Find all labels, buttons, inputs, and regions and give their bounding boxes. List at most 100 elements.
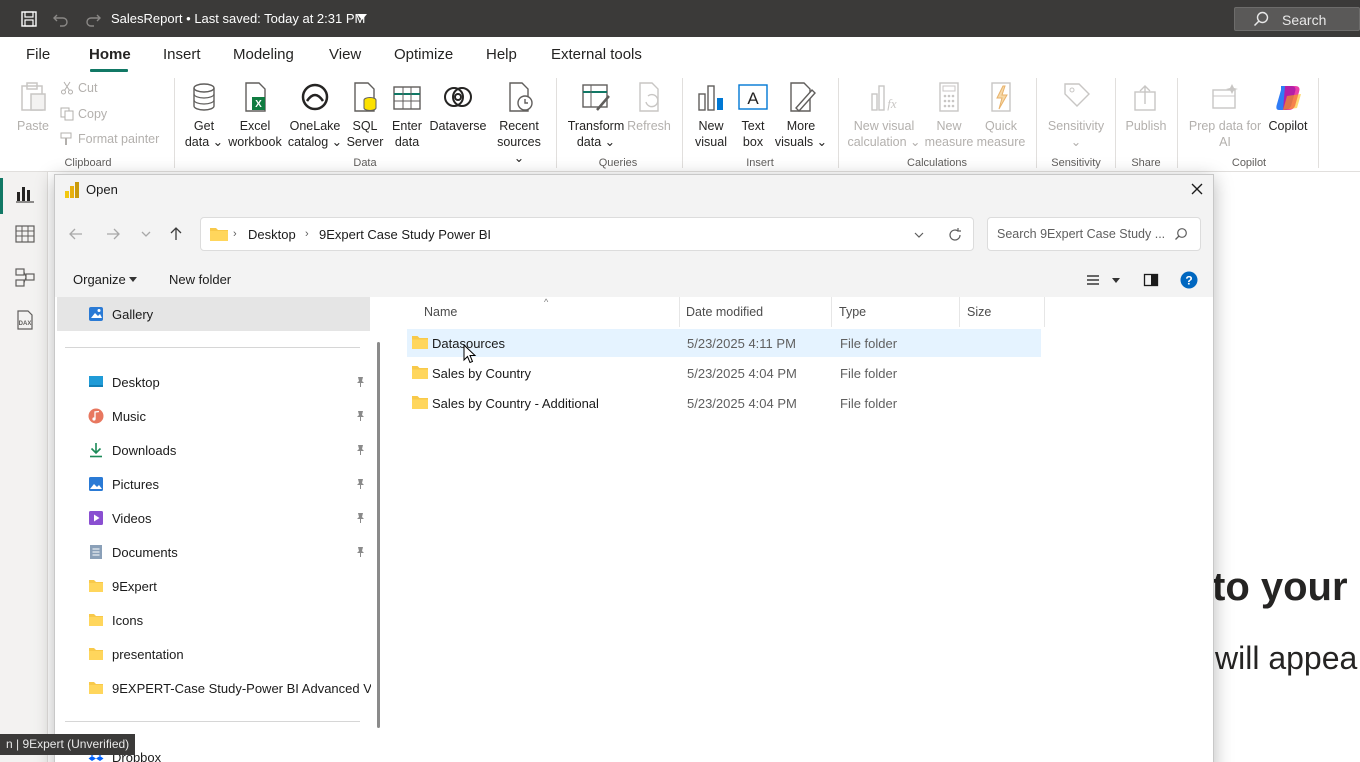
pin-icon[interactable] (355, 545, 366, 560)
new-measure-button[interactable]: New measure (924, 80, 974, 150)
cut-button[interactable]: Cut (60, 81, 97, 95)
nav-item-documents[interactable]: Documents (88, 537, 371, 567)
nav-item-9expert[interactable]: 9Expert (88, 571, 371, 601)
document-title[interactable]: SalesReport • Last saved: Today at 2:31 … (111, 11, 365, 26)
dax-query-view-icon[interactable]: DAX (14, 309, 36, 331)
nav-item-label: 9Expert (112, 579, 157, 594)
tab-optimize[interactable]: Optimize (394, 46, 453, 63)
address-dropdown-icon[interactable] (913, 229, 925, 241)
format-painter-button[interactable]: Format painter (60, 132, 159, 146)
undo-icon[interactable] (51, 9, 71, 29)
dataverse-button[interactable]: Dataverse (429, 80, 487, 134)
pin-icon[interactable] (355, 443, 366, 458)
view-dropdown-icon[interactable] (1112, 278, 1120, 283)
search-label: Search (1282, 12, 1327, 28)
publish-icon (1134, 85, 1156, 111)
paste-button[interactable]: Paste (14, 80, 52, 134)
tab-home[interactable]: Home (89, 46, 131, 63)
copy-button[interactable]: Copy (60, 107, 107, 121)
column-header-type[interactable]: Type (832, 297, 958, 327)
transform-label-2: data (576, 135, 602, 149)
column-header-size[interactable]: Size (960, 297, 1044, 327)
file-row-sales-by-country[interactable]: Sales by Country 5/23/2025 4:04 PM File … (407, 359, 1041, 387)
organize-dropdown-icon[interactable] (129, 277, 137, 282)
get-data-button[interactable]: Get data ⌄ (183, 80, 225, 150)
sensitivity-button[interactable]: Sensitivity ⌄ (1043, 80, 1109, 150)
nav-item-presentation[interactable]: presentation (88, 639, 371, 669)
music-icon (88, 408, 104, 424)
column-header-name[interactable]: Name (409, 297, 679, 327)
recent-sources-button[interactable]: Recent sources ⌄ (492, 80, 546, 166)
group-label-clipboard: Clipboard (64, 157, 112, 169)
breadcrumb-desktop[interactable]: Desktop (248, 227, 296, 242)
new-visual-button[interactable]: New visual (691, 80, 731, 150)
nav-item-videos[interactable]: Videos (88, 503, 371, 533)
nav-item-music[interactable]: Music (88, 401, 371, 431)
new-folder-button[interactable]: New folder (169, 272, 231, 287)
transform-data-button[interactable]: Transform data ⌄ (566, 80, 626, 150)
ribbon: Paste Cut Copy Format painter Clipboard … (0, 72, 1360, 172)
quick-measure-button[interactable]: Quick measure (974, 80, 1028, 150)
tab-view[interactable]: View (329, 46, 361, 63)
column-header-date-modified[interactable]: Date modified (680, 297, 830, 327)
file-row-datasources[interactable]: Datasources 5/23/2025 4:11 PM File folde… (407, 329, 1041, 357)
new-visual-calc-label-2: calculation (847, 135, 907, 149)
pin-icon[interactable] (355, 375, 366, 390)
new-visual-calculation-button[interactable]: fx New visual calculation ⌄ (845, 80, 923, 150)
view-switcher-rail: DAX (0, 172, 48, 762)
tab-file[interactable]: File (26, 46, 50, 63)
refresh-icon[interactable] (947, 227, 963, 243)
preview-pane-icon[interactable] (1143, 273, 1159, 287)
tab-help[interactable]: Help (486, 46, 517, 63)
nav-item-case-study-folder[interactable]: 9EXPERT-Case Study-Power BI Advanced Vis… (88, 673, 371, 703)
enter-data-button[interactable]: Enter data (388, 80, 426, 150)
text-box-button[interactable]: A Text box (734, 80, 772, 150)
copilot-button[interactable]: Copilot (1264, 80, 1312, 134)
report-view-icon[interactable] (14, 182, 36, 204)
tab-modeling[interactable]: Modeling (233, 46, 294, 63)
pin-icon[interactable] (355, 477, 366, 492)
column-divider[interactable] (1044, 297, 1045, 327)
prep-data-for-ai-button[interactable]: Prep data for AI (1186, 80, 1264, 150)
file-row-sales-by-country-additional[interactable]: Sales by Country - Additional 5/23/2025 … (407, 389, 1041, 417)
nav-item-desktop[interactable]: Desktop (88, 367, 371, 397)
onelake-catalog-button[interactable]: OneLake catalog ⌄ (287, 80, 343, 150)
excel-workbook-button[interactable]: X Excel workbook (226, 80, 284, 150)
pin-icon[interactable] (355, 409, 366, 424)
table-view-icon[interactable] (14, 223, 36, 245)
nav-item-pictures[interactable]: Pictures (88, 469, 371, 499)
publish-button[interactable]: Publish (1122, 80, 1170, 134)
save-icon[interactable] (19, 9, 39, 29)
pin-icon[interactable] (355, 511, 366, 526)
tab-external-tools[interactable]: External tools (551, 46, 642, 63)
tab-insert[interactable]: Insert (163, 46, 201, 63)
more-visuals-button[interactable]: More visuals ⌄ (774, 80, 828, 150)
help-icon[interactable]: ? (1180, 271, 1198, 289)
redo-icon[interactable] (83, 9, 103, 29)
nav-item-icons[interactable]: Icons (88, 605, 371, 635)
folder-search-input[interactable]: Search 9Expert Case Study ... (987, 217, 1201, 251)
forward-arrow-icon[interactable] (104, 225, 122, 243)
nav-item-gallery[interactable]: Gallery (88, 299, 371, 329)
up-arrow-icon[interactable] (167, 225, 185, 243)
nav-scrollbar[interactable] (377, 342, 380, 728)
model-view-icon[interactable] (14, 266, 36, 288)
refresh-button[interactable]: Refresh (626, 80, 672, 134)
breadcrumb-case-study[interactable]: 9Expert Case Study Power BI (319, 227, 491, 242)
more-visuals-icon (790, 82, 816, 113)
organize-button[interactable]: Organize (73, 272, 126, 287)
sql-server-button[interactable]: SQL Server (346, 80, 384, 150)
column-header-label: Date modified (686, 305, 764, 319)
close-icon[interactable] (1189, 181, 1205, 197)
back-arrow-icon[interactable] (67, 225, 85, 243)
nav-item-downloads[interactable]: Downloads (88, 435, 371, 465)
recent-label-2: sources (497, 135, 541, 149)
view-options-icon[interactable] (1085, 273, 1101, 287)
group-label-calculations: Calculations (907, 157, 967, 169)
title-dropdown-icon[interactable] (357, 14, 367, 20)
search-box[interactable]: Search (1234, 7, 1360, 31)
svg-text:?: ? (1185, 274, 1192, 288)
address-bar[interactable]: › Desktop › 9Expert Case Study Power BI … (200, 217, 974, 251)
recent-locations-chevron-icon[interactable] (137, 225, 155, 243)
get-data-label-1: Get (193, 119, 215, 133)
